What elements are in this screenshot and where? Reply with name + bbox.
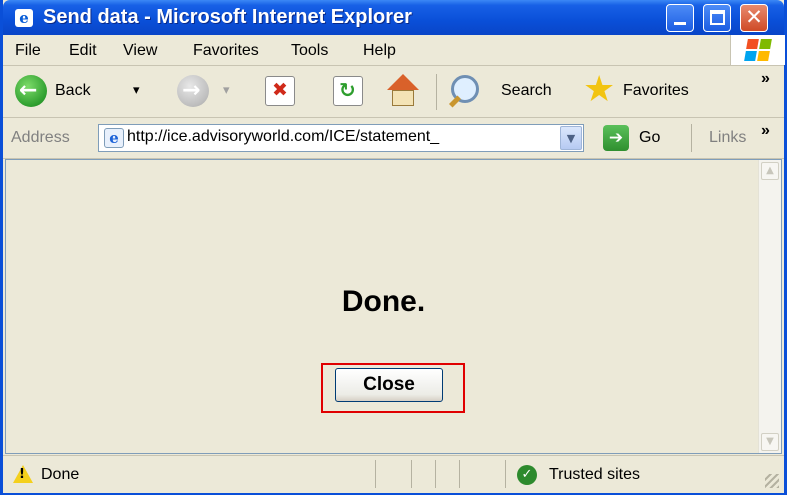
menu-edit[interactable]: Edit (69, 42, 97, 60)
status-divider (505, 460, 506, 488)
status-text: Done (41, 466, 80, 483)
search-button[interactable]: Search (447, 71, 567, 111)
status-bar: ! Done ✓ Trusted sites (3, 455, 784, 493)
trusted-sites-icon: ✓ (517, 465, 537, 485)
vertical-scrollbar[interactable]: ▲ ▼ (758, 160, 781, 453)
scroll-down-button[interactable]: ▼ (761, 433, 779, 451)
links-label[interactable]: Links (709, 129, 746, 147)
go-icon: ➔ (603, 125, 629, 151)
refresh-button[interactable]: ↻ (333, 76, 363, 106)
close-icon: ✕ (745, 5, 763, 29)
search-label: Search (501, 82, 552, 99)
menu-help[interactable]: Help (363, 42, 396, 60)
stop-button[interactable]: ✖ (265, 76, 295, 106)
back-dropdown-icon[interactable]: ▾ (133, 82, 140, 98)
address-label: Address (11, 129, 70, 146)
back-icon: ← (15, 75, 47, 107)
home-button[interactable] (383, 72, 423, 110)
address-input[interactable]: e http://ice.advisoryworld.com/ICE/state… (98, 124, 584, 152)
status-divider (435, 460, 436, 488)
scroll-up-button[interactable]: ▲ (761, 162, 779, 180)
go-label: Go (639, 129, 661, 146)
menu-file[interactable]: File (15, 42, 41, 60)
menu-tools[interactable]: Tools (291, 42, 328, 60)
status-divider (459, 460, 460, 488)
go-button[interactable]: ➔ Go (599, 123, 669, 153)
window-title: Send data - Microsoft Internet Explorer (43, 6, 412, 28)
status-divider (411, 460, 412, 488)
toolbar-overflow-icon[interactable]: » (761, 70, 770, 88)
title-bar[interactable]: e Send data - Microsoft Internet Explore… (3, 0, 784, 35)
minimize-button[interactable] (666, 4, 694, 32)
maximize-button[interactable] (703, 4, 731, 32)
ie-page-icon: e (104, 128, 124, 148)
standard-toolbar: ← Back ▾ → ▾ ✖ ↻ Search ★ Favorites » (3, 66, 784, 118)
favorites-star-icon: ★ (583, 69, 616, 110)
back-button[interactable]: ← Back ▾ (11, 71, 161, 111)
favorites-button[interactable]: ★ Favorites (583, 69, 723, 111)
address-bar: Address e http://ice.advisoryworld.com/I… (3, 118, 784, 159)
security-zone-label: Trusted sites (549, 466, 640, 483)
forward-icon: → (177, 75, 209, 107)
refresh-icon: ↻ (339, 78, 356, 102)
stop-icon: ✖ (272, 79, 288, 101)
status-divider (375, 460, 376, 488)
windows-logo-icon (730, 35, 785, 65)
page-heading: Done. (341, 285, 426, 318)
favorites-label: Favorites (623, 82, 689, 99)
warning-mark: ! (19, 467, 25, 482)
menu-bar: File Edit View Favorites Tools Help (3, 35, 785, 66)
maximize-icon (710, 10, 725, 25)
resize-grip-icon[interactable] (765, 474, 779, 488)
address-dropdown-button[interactable]: ▼ (560, 126, 582, 150)
menu-favorites[interactable]: Favorites (193, 42, 259, 60)
close-window-button[interactable]: ✕ (740, 4, 768, 32)
browser-window: e Send data - Microsoft Internet Explore… (0, 0, 787, 495)
back-label: Back (55, 82, 91, 99)
forward-button[interactable]: → ▾ (175, 71, 245, 111)
home-icon (387, 74, 419, 90)
forward-dropdown-icon: ▾ (223, 82, 230, 97)
address-url: http://ice.advisoryworld.com/ICE/stateme… (127, 128, 440, 145)
minimize-icon (674, 22, 686, 25)
ie-icon: e (15, 9, 33, 27)
menu-view[interactable]: View (123, 42, 157, 60)
links-overflow-icon[interactable]: » (761, 122, 770, 140)
close-button[interactable]: Close (335, 368, 443, 402)
